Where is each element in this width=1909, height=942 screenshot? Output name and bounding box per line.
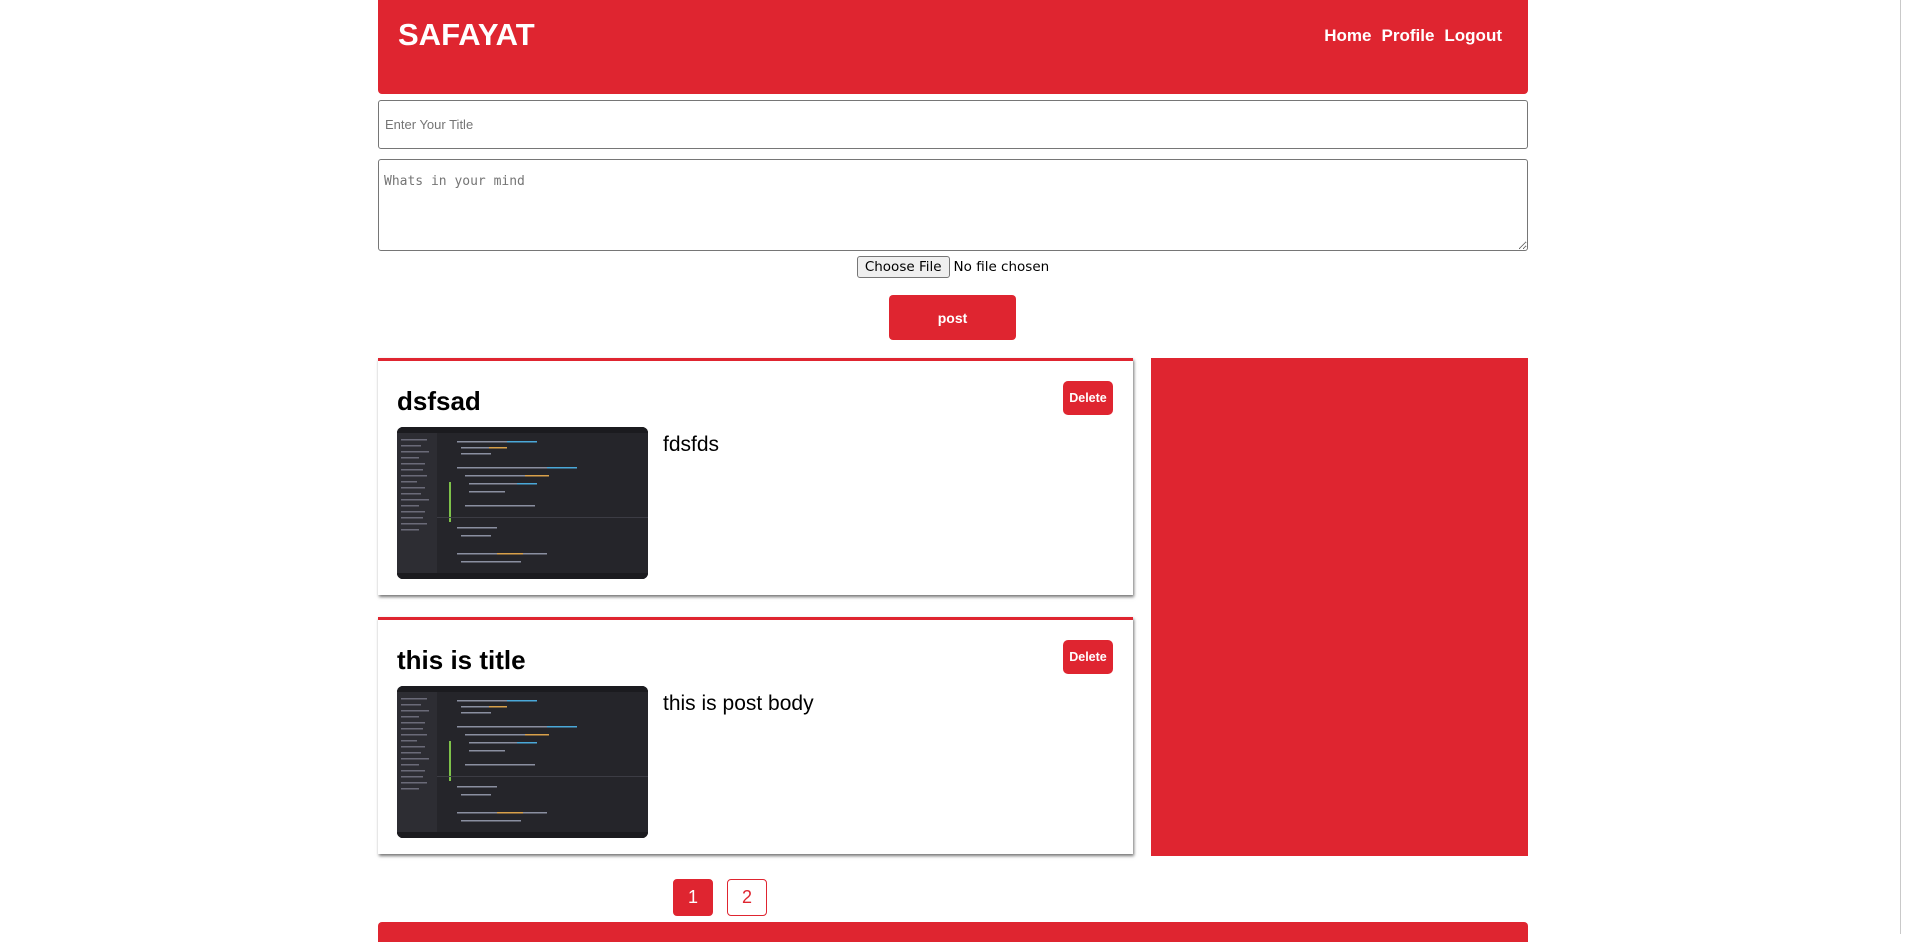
post-card: dsfsad Delete fdsfds <box>378 358 1133 595</box>
choose-file-button[interactable]: Choose File <box>856 256 950 278</box>
nav-logout-link[interactable]: Logout <box>1444 26 1502 46</box>
page-button-2[interactable]: 2 <box>727 879 767 916</box>
post-body-textarea[interactable] <box>378 159 1528 251</box>
nav-profile-link[interactable]: Profile <box>1382 26 1435 46</box>
code-editor-screenshot-icon <box>397 686 648 838</box>
site-header: SAFAYAT Home Profile Logout <box>378 0 1528 94</box>
delete-post-button[interactable]: Delete <box>1063 640 1113 674</box>
file-upload: Choose File No file chosen <box>378 256 1528 278</box>
post-body: this is post body <box>663 692 814 715</box>
delete-post-button[interactable]: Delete <box>1063 381 1113 415</box>
page-button-1[interactable]: 1 <box>673 879 713 916</box>
brand-logo[interactable]: SAFAYAT <box>398 17 535 53</box>
page-container: SAFAYAT Home Profile Logout Choose File … <box>378 0 1528 942</box>
site-footer <box>378 922 1528 942</box>
post-image <box>397 427 648 579</box>
scrollbar-track <box>1900 0 1907 934</box>
main-nav: Home Profile Logout <box>1324 26 1502 46</box>
post-title-input[interactable] <box>378 100 1528 149</box>
post-title: dsfsad <box>397 386 481 416</box>
post-body: fdsfds <box>663 433 720 456</box>
file-status-text: No file chosen <box>953 259 1050 275</box>
nav-home-link[interactable]: Home <box>1324 26 1371 46</box>
post-card: this is title Delete this is post body <box>378 617 1133 854</box>
post-submit-button[interactable]: post <box>889 295 1016 340</box>
sidebar-panel <box>1151 358 1528 856</box>
pagination: 1 2 <box>673 879 767 916</box>
post-image <box>397 686 648 838</box>
page-scrollbar[interactable] <box>1897 0 1909 934</box>
code-editor-screenshot-icon <box>397 427 648 579</box>
post-title: this is title <box>397 645 526 675</box>
